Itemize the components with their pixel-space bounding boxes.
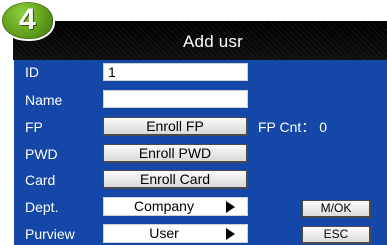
purview-label: Purview [25,226,75,242]
add-user-screen: Add usr 4 ID 1 Name FP Enroll FP FP Cnt：… [0,0,387,245]
dept-arrow-icon [226,201,235,213]
dept-select[interactable]: Company [103,197,248,216]
purview-selected-value: User [149,225,179,241]
dept-label: Dept. [25,199,59,215]
enroll-card-button[interactable]: Enroll Card [103,170,248,189]
fp-count: FP Cnt： 0 [258,119,327,135]
purview-arrow-icon [226,228,235,240]
id-label: ID [25,64,39,80]
pwd-label: PWD [25,146,58,162]
dept-selected-value: Company [134,198,194,214]
purview-select[interactable]: User [103,224,248,243]
enroll-fp-button[interactable]: Enroll FP [103,117,248,136]
ok-button[interactable]: M/OK [302,200,371,218]
id-field[interactable]: 1 [103,63,248,81]
esc-button[interactable]: ESC [302,226,371,244]
step-number-badge: 4 [0,0,55,41]
name-field[interactable] [103,90,248,108]
enroll-pwd-button[interactable]: Enroll PWD [103,144,248,163]
title-bar: Add usr [13,21,387,60]
fp-label: FP [25,119,43,135]
window-title: Add usr [183,32,243,51]
name-label: Name [25,92,63,108]
step-number: 4 [19,3,36,36]
form-panel: ID 1 Name FP Enroll FP FP Cnt： 0 PWD Enr… [14,60,387,245]
card-label: Card [25,172,56,188]
